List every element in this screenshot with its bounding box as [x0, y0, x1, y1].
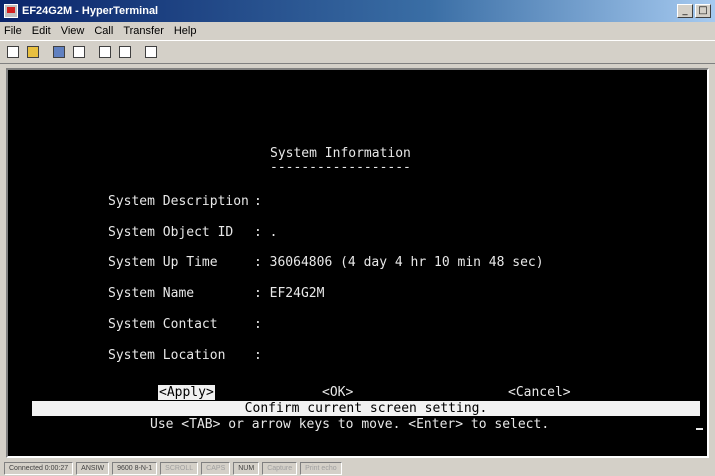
receive-icon-glyph	[119, 46, 131, 58]
status-scroll: SCROLL	[160, 461, 199, 475]
menu-edit[interactable]: Edit	[32, 25, 51, 37]
ok-button[interactable]: <OK>	[322, 385, 353, 400]
disconnect-icon[interactable]	[70, 43, 88, 61]
menu-view[interactable]: View	[61, 25, 85, 37]
new-icon-glyph	[7, 46, 19, 58]
properties-icon-glyph	[145, 46, 157, 58]
cancel-button[interactable]: <Cancel>	[508, 385, 571, 400]
open-icon-glyph	[27, 46, 39, 58]
status-emulation: ANSIW	[76, 461, 110, 475]
menu-call[interactable]: Call	[94, 25, 113, 37]
receive-icon[interactable]	[116, 43, 134, 61]
field-value-system-description[interactable]: :	[254, 194, 262, 209]
status-num: NUM	[233, 461, 260, 475]
field-value-system-contact[interactable]: :	[254, 317, 262, 332]
navigation-hint: Use <TAB> or arrow keys to move. <Enter>…	[150, 417, 550, 432]
disconnect-icon-glyph	[73, 46, 85, 58]
status-print-echo: Print echo	[300, 461, 342, 475]
screen-title: System Information	[270, 146, 411, 161]
maximize-button[interactable]: □	[695, 4, 711, 18]
title-bar: EF24G2M - HyperTerminal _ □	[0, 0, 715, 22]
minimize-button[interactable]: _	[677, 4, 693, 18]
field-value-system-location[interactable]: :	[254, 348, 262, 363]
hyperterminal-app-icon[interactable]	[4, 4, 18, 18]
open-icon[interactable]	[24, 43, 42, 61]
field-value-system-object-id[interactable]: : .	[254, 225, 277, 240]
send-icon-glyph	[99, 46, 111, 58]
new-icon[interactable]	[4, 43, 22, 61]
menu-bar: File Edit View Call Transfer Help	[0, 22, 715, 40]
status-port-settings: 9600 8-N-1	[112, 461, 158, 475]
toolbar	[0, 40, 715, 64]
connect-icon-glyph	[53, 46, 65, 58]
terminal-frame: System Information ------------------ Sy…	[6, 68, 709, 458]
field-value-system-up-time[interactable]: : 36064806 (4 day 4 hr 10 min 48 sec)	[254, 255, 544, 270]
field-label-system-object-id: System Object ID	[108, 225, 234, 240]
field-label-system-location: System Location	[108, 348, 226, 363]
field-label-system-description: System Description	[108, 194, 249, 209]
properties-icon[interactable]	[142, 43, 160, 61]
field-label-system-contact: System Contact	[108, 317, 218, 332]
status-caps: CAPS	[201, 461, 231, 475]
status-message-bar: Confirm current screen setting.	[32, 401, 700, 416]
screen-title-underline: ------------------	[270, 160, 411, 175]
terminal-cursor	[696, 428, 703, 430]
menu-transfer[interactable]: Transfer	[123, 25, 164, 37]
menu-help[interactable]: Help	[174, 25, 197, 37]
field-value-system-name[interactable]: : EF24G2M	[254, 286, 324, 301]
window-title: EF24G2M - HyperTerminal	[22, 5, 159, 17]
apply-button[interactable]: <Apply>	[158, 385, 215, 400]
connect-icon[interactable]	[50, 43, 68, 61]
terminal-screen[interactable]: System Information ------------------ Sy…	[8, 70, 707, 456]
status-capture: Capture	[262, 461, 298, 475]
field-label-system-name: System Name	[108, 286, 195, 301]
status-connected: Connected 0:00:27	[4, 461, 74, 475]
field-label-system-up-time: System Up Time	[108, 255, 218, 270]
send-icon[interactable]	[96, 43, 114, 61]
status-bar: Connected 0:00:27 ANSIW 9600 8-N-1 SCROL…	[0, 460, 715, 476]
menu-file[interactable]: File	[4, 25, 22, 37]
